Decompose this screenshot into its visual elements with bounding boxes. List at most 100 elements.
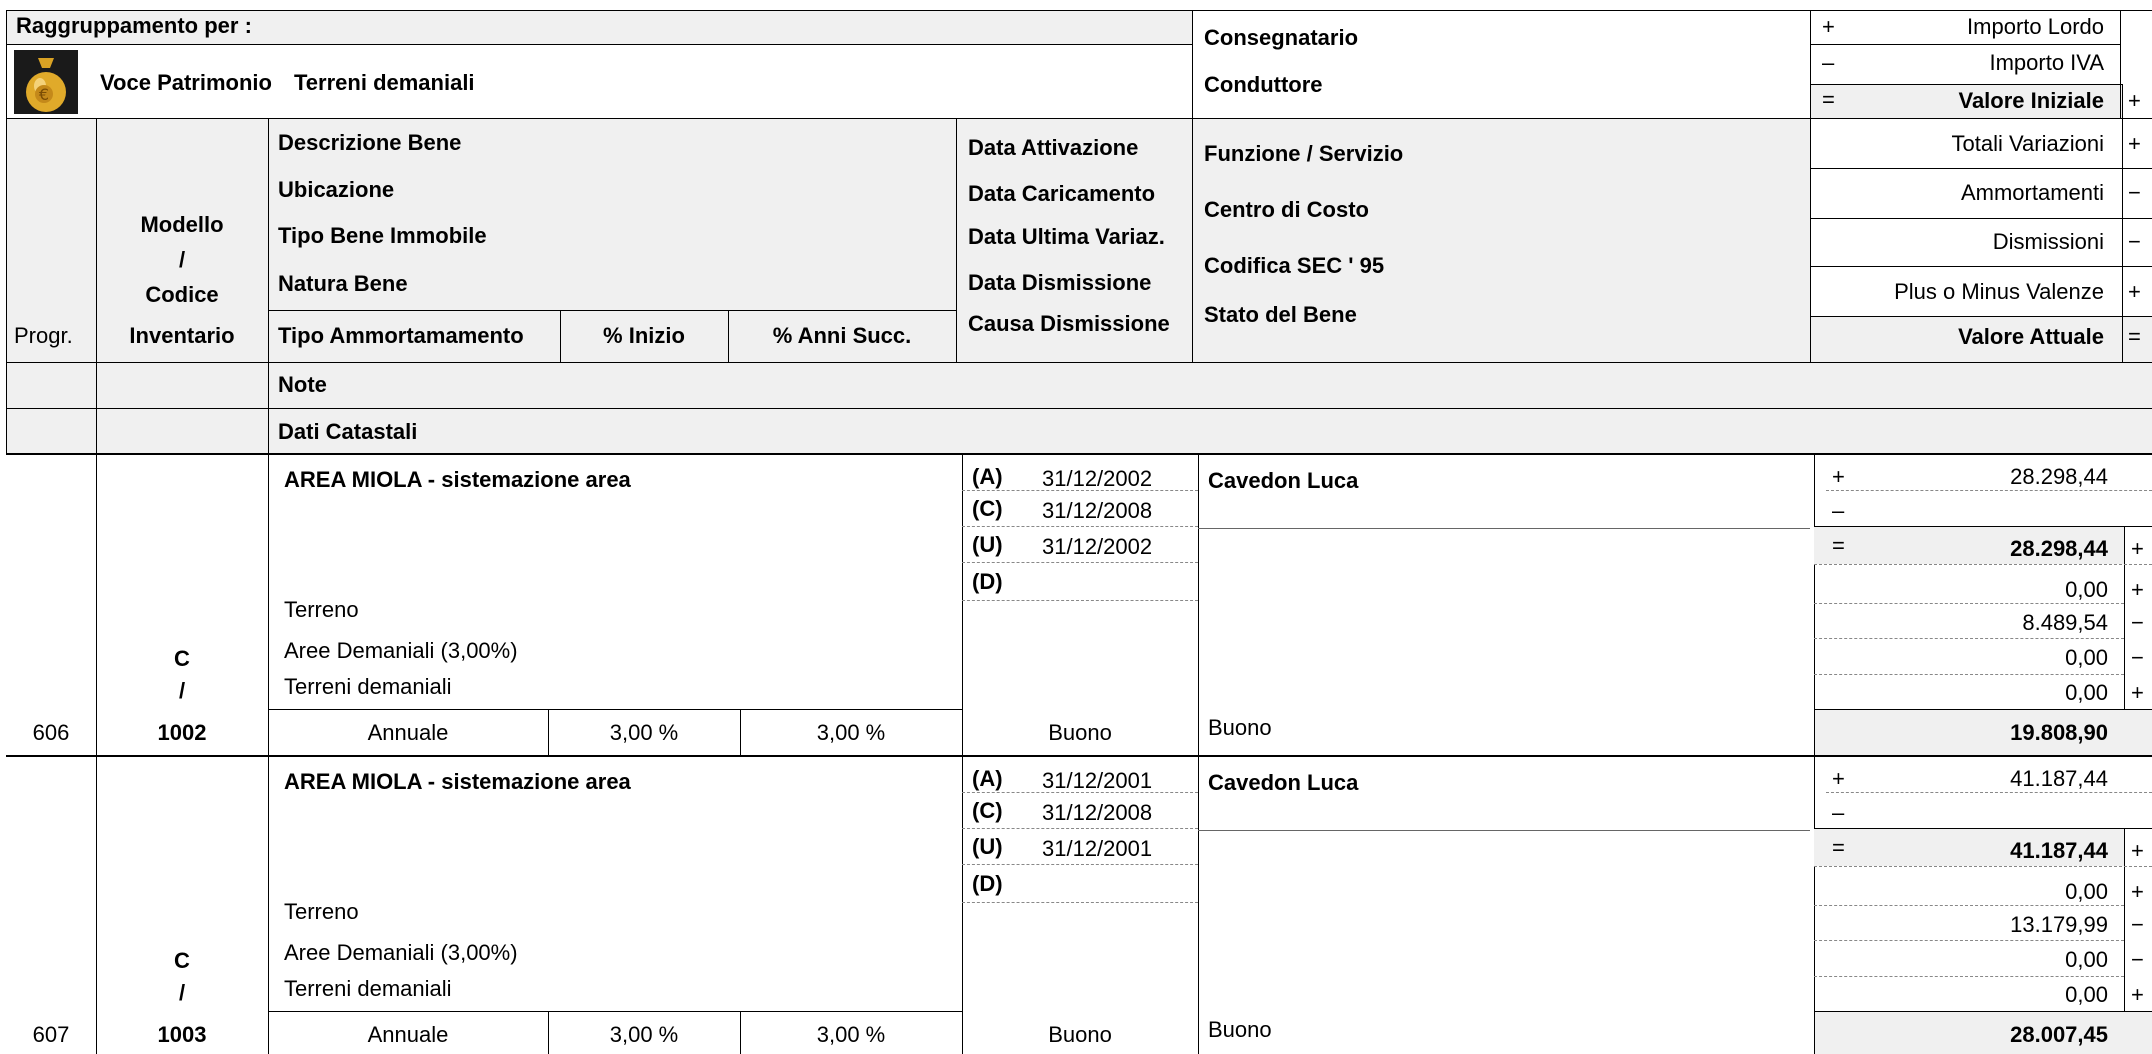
variazioni-value: 0,00 xyxy=(2065,577,2108,602)
iva-sign: – xyxy=(1832,800,1845,825)
ammortamenti-sign: − xyxy=(2128,180,2141,205)
consegnatario-value: Cavedon Luca xyxy=(1208,468,1359,493)
c-label: (C) xyxy=(972,798,1003,823)
lordo-value: 41.187,44 xyxy=(2010,766,2108,791)
data-attivazione-header: Data Attivazione xyxy=(968,135,1139,160)
descrizione-value: AREA MIOLA - sistemazione area xyxy=(284,467,631,492)
iniziale-sign: = xyxy=(1832,835,1845,860)
totali-variazioni-sign: + xyxy=(2128,131,2141,156)
stato-value: Buono xyxy=(1208,715,1272,740)
stato-header: Stato del Bene xyxy=(1204,302,1357,327)
valore-iniziale-sign: = xyxy=(1822,87,1835,112)
iniziale-value: 28.298,44 xyxy=(2010,536,2108,561)
perc-anni-header: % Anni Succ. xyxy=(772,323,912,348)
variazioni-sign: + xyxy=(2131,577,2144,602)
plus-minus-header: Plus o Minus Valenze xyxy=(1894,279,2104,304)
dismissioni-value: 0,00 xyxy=(2065,947,2108,972)
dismissioni-sign: − xyxy=(2128,229,2141,254)
modello-header-3: Codice xyxy=(145,282,219,307)
codice-value: 1003 xyxy=(157,1022,207,1047)
valore-attuale-sign: = xyxy=(2128,324,2141,349)
descrizione-value: AREA MIOLA - sistemazione area xyxy=(284,769,631,794)
a-label: (A) xyxy=(972,464,1003,489)
conduttore-header: Conduttore xyxy=(1204,72,1323,97)
perc-inizio-value: 3,00 % xyxy=(609,1022,679,1047)
svg-text:€: € xyxy=(39,85,49,104)
tipo-bene-value: Terreno xyxy=(284,597,359,622)
valore-attuale-header: Valore Attuale xyxy=(1958,324,2104,349)
importo-lordo-sign: + xyxy=(1822,14,1835,39)
tipo-bene-header: Tipo Bene Immobile xyxy=(278,223,487,248)
data-ultima-header: Data Ultima Variaz. xyxy=(968,224,1165,249)
plusminus-value: 0,00 xyxy=(2065,680,2108,705)
perc-inizio-header: % Inizio xyxy=(603,323,685,348)
importo-iva-header: Importo IVA xyxy=(1989,50,2104,75)
iniziale-plus: + xyxy=(2131,838,2144,863)
modello-header-2: / xyxy=(178,247,186,272)
tipo-bene-value: Terreno xyxy=(284,899,359,924)
u-label: (U) xyxy=(972,834,1003,859)
ammortamenti-value: 8.489,54 xyxy=(2022,610,2108,635)
group-by-label: Raggruppamento per : xyxy=(16,13,252,38)
voce-patrimonio-value: Terreni demaniali xyxy=(294,70,475,95)
d-label: (D) xyxy=(972,569,1003,594)
attuale-value: 28.007,45 xyxy=(2010,1022,2108,1047)
data-caricamento-header: Data Caricamento xyxy=(968,181,1156,206)
iniziale-sign: = xyxy=(1832,533,1845,558)
ammortamenti-sign: − xyxy=(2131,912,2144,937)
note-header: Note xyxy=(278,372,327,397)
voce-patrimonio-label: Voce Patrimonio xyxy=(100,70,272,95)
ubicazione-header: Ubicazione xyxy=(278,177,395,202)
consegnatario-value: Cavedon Luca xyxy=(1208,770,1359,795)
codifica-header: Codifica SEC ' 95 xyxy=(1204,253,1385,278)
modello-value: C xyxy=(174,948,190,973)
c-date: 31/12/2008 xyxy=(1042,498,1153,523)
progr-value: 606 xyxy=(32,720,70,745)
iva-sign: – xyxy=(1832,498,1845,523)
causa-dismissione-header: Causa Dismissione xyxy=(968,311,1170,336)
u-date: 31/12/2001 xyxy=(1042,836,1153,861)
ammortamenti-header: Ammortamenti xyxy=(1960,180,2104,205)
dismissioni-header: Dismissioni xyxy=(1992,229,2104,254)
voce-value: Terreni demaniali xyxy=(284,976,452,1001)
importo-lordo-header: Importo Lordo xyxy=(1967,14,2104,39)
data-dismissione-header: Data Dismissione xyxy=(968,270,1152,295)
stato-value: Buono xyxy=(1208,1017,1272,1042)
totali-variazioni-header: Totali Variazioni xyxy=(1951,131,2104,156)
dati-catastali-header: Dati Catastali xyxy=(278,419,418,444)
causa-value: Buono xyxy=(1048,1022,1112,1047)
variazioni-sign: + xyxy=(2131,879,2144,904)
progr-value: 607 xyxy=(32,1022,70,1047)
tipo-amm-header: Tipo Ammortamamento xyxy=(278,323,524,348)
money-bag-icon: € xyxy=(14,50,78,114)
modello-header-1: Modello xyxy=(140,212,224,237)
tipo-amm-value: Annuale xyxy=(367,1022,449,1047)
natura-value: Aree Demaniali (3,00%) xyxy=(284,940,518,965)
a-label: (A) xyxy=(972,766,1003,791)
plus-minus-sign: + xyxy=(2128,279,2141,304)
d-label: (D) xyxy=(972,871,1003,896)
causa-value: Buono xyxy=(1048,720,1112,745)
valore-iniziale-plus: + xyxy=(2128,88,2141,113)
a-date: 31/12/2002 xyxy=(1042,466,1153,491)
u-label: (U) xyxy=(972,532,1003,557)
consegnatario-header: Consegnatario xyxy=(1204,25,1359,50)
modello-value: C xyxy=(174,646,190,671)
voce-value: Terreni demaniali xyxy=(284,674,452,699)
lordo-value: 28.298,44 xyxy=(2010,464,2108,489)
codice-value: 1002 xyxy=(157,720,207,745)
modello-header-4: Inventario xyxy=(129,323,235,348)
modello-slash: / xyxy=(178,980,186,1005)
attuale-value: 19.808,90 xyxy=(2010,720,2108,745)
perc-anni-value: 3,00 % xyxy=(816,720,886,745)
perc-anni-value: 3,00 % xyxy=(816,1022,886,1047)
lordo-sign: + xyxy=(1832,464,1845,489)
dismissioni-value: 0,00 xyxy=(2065,645,2108,670)
plusminus-sign: + xyxy=(2131,680,2144,705)
plusminus-sign: + xyxy=(2131,982,2144,1007)
lordo-sign: + xyxy=(1832,766,1845,791)
variazioni-value: 0,00 xyxy=(2065,879,2108,904)
perc-inizio-value: 3,00 % xyxy=(609,720,679,745)
natura-value: Aree Demaniali (3,00%) xyxy=(284,638,518,663)
natura-header: Natura Bene xyxy=(278,271,408,296)
